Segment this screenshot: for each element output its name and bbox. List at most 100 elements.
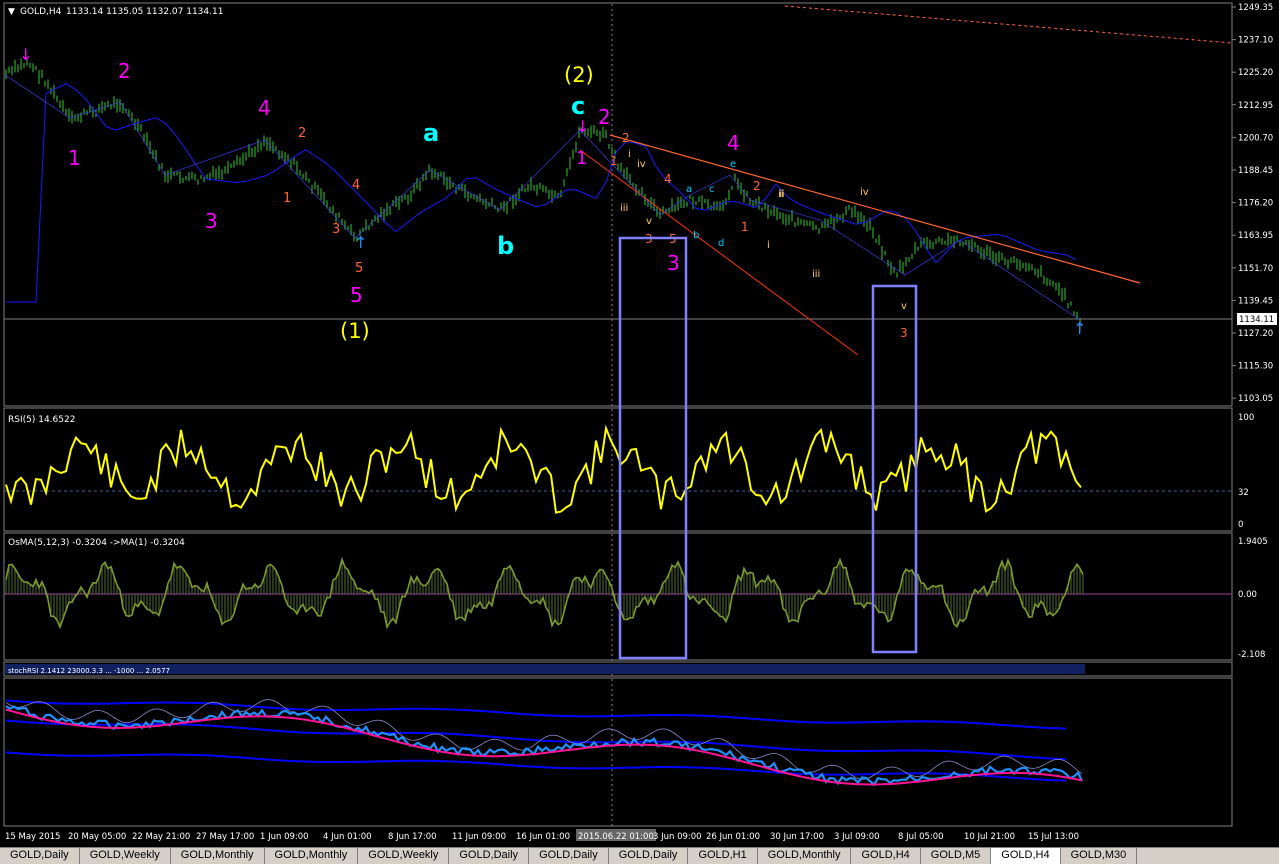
down-arrow-icon: ↓ (19, 45, 32, 64)
wave-label: b (693, 230, 699, 241)
current-price-label: 1134.11 (1239, 315, 1274, 325)
chart-window[interactable]: ▼ GOLD,H4 1133.14 1135.05 1132.07 1134.1… (0, 0, 1279, 863)
chart-tab[interactable]: GOLD,M5 (921, 848, 992, 864)
osma-histogram (5, 559, 1084, 628)
wave-label: 2 (598, 105, 611, 129)
price-axis: 1249.35 1237.10 1225.20 1212.95 1200.70 1188.… (1232, 3, 1273, 404)
wave-label: v (901, 301, 907, 312)
chart-tab[interactable]: GOLD,Weekly (80, 848, 171, 864)
osma-level-label: -2.108 (1238, 650, 1265, 660)
collapse-arrow-icon[interactable]: ▼ (8, 7, 15, 17)
wave-label: 1 (741, 220, 749, 234)
wave-label: d (718, 238, 724, 249)
wave-label: iv (637, 159, 646, 170)
wave-label: b (497, 232, 514, 260)
wave-label: 1 (576, 148, 587, 169)
chart-tab[interactable]: GOLD,Daily (449, 848, 530, 864)
chart-tab[interactable]: GOLD,Weekly (358, 848, 450, 864)
chart-tab-bar: GOLD,Daily GOLD,Weekly GOLD,Monthly GOLD,Mo… (0, 847, 1279, 864)
price-tick-label: 1151.70 (1238, 264, 1273, 274)
time-tick-label: 1 Jun 09:00 (260, 832, 309, 842)
wave-label: 1 (283, 191, 291, 206)
time-tick-label: 15 Jul 13:00 (1028, 832, 1079, 842)
time-tick-label: 20 May 05:00 (68, 832, 126, 842)
rsi-label: RSI(5) 14.6522 (8, 415, 75, 425)
wave-label: 5 (350, 283, 363, 307)
price-tick-label: 1200.70 (1238, 133, 1273, 143)
wave-label: 3 (900, 326, 908, 340)
lower-indicator-panel[interactable] (3, 677, 1233, 827)
price-tick-label: 1212.95 (1238, 101, 1273, 111)
time-tick-label: 15 May 2015 (5, 832, 60, 842)
price-tick-label: 1249.35 (1238, 3, 1273, 13)
wave-label: iii (812, 269, 820, 280)
wave-label: 2 (622, 131, 630, 145)
price-tick-label: 1225.20 (1238, 68, 1273, 78)
moving-average-line (6, 83, 1077, 303)
wave-label: 2 (298, 126, 306, 141)
time-tick-label: 30 Jun 17:00 (770, 832, 824, 842)
chart-tab[interactable]: GOLD,Daily (609, 848, 689, 864)
chart-tab[interactable]: GOLD,Daily (529, 848, 609, 864)
time-tick-label: 3 Jun 09:00 (653, 832, 702, 842)
price-tick-label: 1163.95 (1238, 231, 1273, 241)
time-tick-label: 8 Jun 17:00 (388, 832, 437, 842)
time-tick-label: 26 Jun 01:00 (706, 832, 760, 842)
chart-tab[interactable]: GOLD,Monthly (265, 848, 359, 864)
time-tick-label: 11 Jun 09:00 (452, 832, 506, 842)
osma-level-label: 0.00 (1238, 590, 1257, 600)
chart-tab[interactable]: GOLD,H4 (991, 848, 1061, 864)
price-tick-label: 1103.05 (1238, 394, 1273, 404)
time-tick-label: 16 Jun 01:00 (516, 832, 570, 842)
rsi-line (5, 424, 1082, 514)
wave-label: 4 (727, 131, 740, 155)
wave-label: (1) (340, 319, 370, 343)
wave-label: 4 (664, 172, 672, 186)
wave-label: ii (779, 189, 785, 200)
price-tick-label: 1237.10 (1238, 36, 1273, 46)
wave-label: (2) (564, 63, 594, 87)
wave-label: 4 (258, 96, 271, 120)
chart-tab[interactable]: GOLD,M30 (1061, 848, 1138, 864)
time-tick-label: 8 Jul 05:00 (898, 832, 944, 842)
candles (5, 58, 1081, 330)
symbol-label: GOLD,H4 (20, 7, 62, 17)
wave-label: iii (620, 203, 628, 214)
rsi-level-label: 100 (1238, 413, 1254, 423)
chart-tab[interactable]: GOLD,H1 (688, 848, 758, 864)
time-axis: 15 May 2015 20 May 05:00 22 May 21:00 27 Ma… (5, 829, 1079, 842)
wave-label: 1 (610, 154, 618, 168)
ohlc-readout: 1133.14 1135.05 1132.07 1134.11 (66, 7, 223, 17)
wave-labels: 1 2 3 4 5 2 1 3 4 (1) (2) a b c 2 1 4 3 … (68, 59, 908, 343)
price-tick-label: 1139.45 (1238, 296, 1273, 306)
time-tick-label: 10 Jul 21:00 (964, 832, 1015, 842)
wave-label: a (423, 119, 439, 147)
price-tick-label: 1115.30 (1238, 362, 1273, 372)
wave-label: 3 (332, 222, 340, 237)
chart-tab[interactable]: GOLD,Monthly (171, 848, 265, 864)
upper-trendline[interactable] (609, 134, 1141, 284)
time-tick-label: 4 Jun 01:00 (323, 832, 372, 842)
time-tick-label: 2015.06.22 01:00 (578, 832, 654, 842)
osma-level-label: 1.9405 (1238, 537, 1268, 547)
main-price-panel[interactable] (3, 2, 1233, 407)
wave-label: 3 (667, 251, 680, 275)
dotted-trendline[interactable] (784, 5, 1233, 44)
osma-label: OsMA(5,12,3) -0.3204 ->MA(1) -0.3204 (8, 538, 185, 548)
wave-label: 4 (352, 178, 360, 193)
chart-tab[interactable]: GOLD,H4 (851, 848, 921, 864)
up-arrow-icon: ↑ (1073, 319, 1086, 338)
wave-label: 2 (118, 59, 131, 83)
time-tick-label: 27 May 17:00 (196, 832, 254, 842)
wave-label: 1 (68, 146, 81, 170)
rsi-level-label: 0 (1238, 520, 1243, 530)
wave-label: c (571, 92, 585, 120)
wave-label: e (730, 159, 736, 170)
chart-tab[interactable]: GOLD,Daily (0, 848, 80, 864)
price-tick-label: 1188.45 (1238, 166, 1273, 176)
wave-label: v (646, 216, 652, 227)
time-tick-label: 22 May 21:00 (132, 832, 190, 842)
rsi-level-label: 32 (1238, 488, 1249, 498)
rsi-panel[interactable] (3, 407, 1233, 532)
chart-tab[interactable]: GOLD,Monthly (758, 848, 852, 864)
